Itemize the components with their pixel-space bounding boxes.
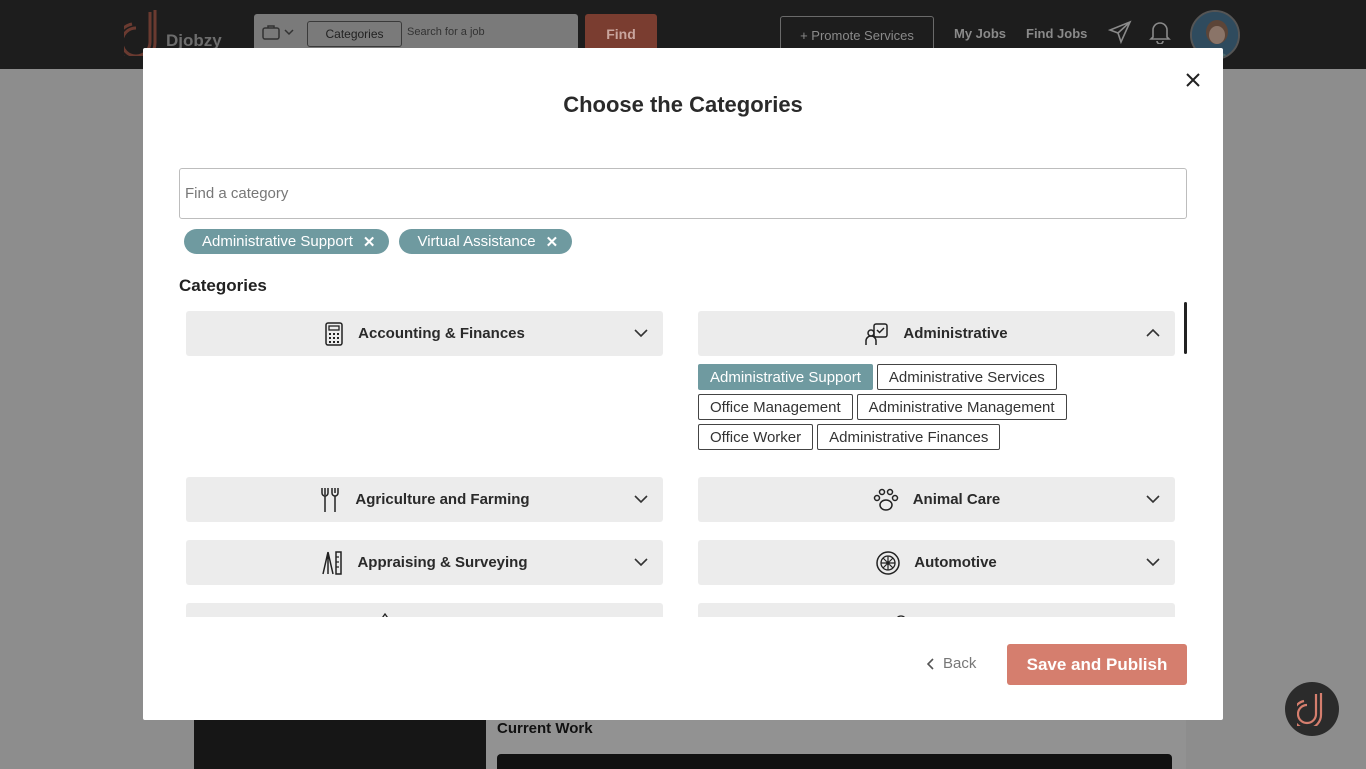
subcategory-tag[interactable]: Office Worker <box>698 424 814 450</box>
category-accordion-automotive[interactable]: Automotive <box>698 540 1175 585</box>
remove-chip-icon[interactable]: ✕ <box>363 233 376 251</box>
chevron-down-icon <box>634 495 648 504</box>
briefcase-icon <box>262 25 280 40</box>
category-icon <box>897 615 905 617</box>
subcategory-tag[interactable]: Administrative Support <box>698 364 873 390</box>
subcategory-tag[interactable]: Administrative Finances <box>817 424 1001 450</box>
category-accordion-accounting[interactable]: Accounting & Finances <box>186 311 663 356</box>
admin-checklist-icon <box>865 322 889 345</box>
current-work-heading: Current Work <box>497 720 593 737</box>
categories-list[interactable]: Accounting & Finances Administrative Adm… <box>179 300 1187 617</box>
find-jobs-link[interactable]: Find Jobs <box>1026 26 1087 41</box>
wheel-icon <box>876 550 900 575</box>
selected-chip: Administrative Support ✕ <box>184 229 390 254</box>
category-label: Administrative <box>903 325 1008 342</box>
subcategory-tag[interactable]: Office Management <box>698 394 853 420</box>
surveying-icon <box>322 550 343 575</box>
chevron-up-icon <box>1146 328 1160 337</box>
category-accordion-partial[interactable] <box>698 603 1175 617</box>
administrative-subcategories: Administrative Support Administrative Se… <box>698 364 1168 454</box>
category-accordion-partial[interactable] <box>186 603 663 617</box>
category-label: Animal Care <box>912 491 1001 508</box>
category-label: Appraising & Surveying <box>357 554 528 571</box>
search-type-dropdown[interactable] <box>262 24 294 40</box>
category-label: Accounting & Finances <box>358 325 525 342</box>
my-jobs-link[interactable]: My Jobs <box>954 26 1006 41</box>
category-label: Automotive <box>914 554 997 571</box>
send-icon[interactable] <box>1108 20 1132 44</box>
chevron-down-icon <box>634 329 648 338</box>
category-accordion-animal-care[interactable]: Animal Care <box>698 477 1175 522</box>
find-category-input[interactable] <box>179 168 1187 219</box>
farming-tools-icon <box>321 487 340 512</box>
remove-chip-icon[interactable]: ✕ <box>546 233 559 251</box>
category-icon <box>382 612 388 617</box>
subcategory-tag[interactable]: Administrative Services <box>876 364 1057 390</box>
chevron-down-icon <box>1146 495 1160 504</box>
selected-categories: Administrative Support ✕ Virtual Assista… <box>184 229 573 254</box>
choose-categories-modal: Choose the Categories Administrative Sup… <box>143 48 1223 720</box>
category-accordion-agriculture[interactable]: Agriculture and Farming <box>186 477 663 522</box>
close-icon <box>1186 73 1200 87</box>
categories-section-label: Categories <box>179 276 267 295</box>
paw-icon <box>873 488 898 511</box>
category-accordion-appraising[interactable]: Appraising & Surveying <box>186 540 663 585</box>
scrollbar-thumb[interactable] <box>1184 302 1187 354</box>
category-label: Agriculture and Farming <box>355 491 530 508</box>
back-label: Back <box>943 655 977 672</box>
chip-label: Administrative Support <box>202 233 353 250</box>
categories-button[interactable]: Categories <box>307 21 402 47</box>
calculator-icon <box>325 321 343 346</box>
djobzy-logo-icon <box>1297 693 1323 726</box>
category-accordion-administrative[interactable]: Administrative <box>698 311 1175 356</box>
chevron-down-icon <box>284 29 294 36</box>
chevron-down-icon <box>634 558 648 567</box>
chip-label: Virtual Assistance <box>417 233 536 250</box>
modal-title: Choose the Categories <box>563 92 803 117</box>
floating-chat-button[interactable] <box>1285 682 1339 736</box>
back-button[interactable]: Back <box>927 655 976 672</box>
job-search-input[interactable]: Search for a job <box>407 26 485 38</box>
close-button[interactable] <box>1179 66 1207 94</box>
selected-chip: Virtual Assistance ✕ <box>399 229 573 254</box>
subcategory-tag[interactable]: Administrative Management <box>856 394 1067 420</box>
save-and-publish-button[interactable]: Save and Publish <box>1007 644 1187 685</box>
background-dark-bar <box>497 754 1172 769</box>
bell-icon[interactable] <box>1149 20 1171 44</box>
chevron-down-icon <box>1146 558 1160 567</box>
chevron-left-icon <box>927 657 934 670</box>
